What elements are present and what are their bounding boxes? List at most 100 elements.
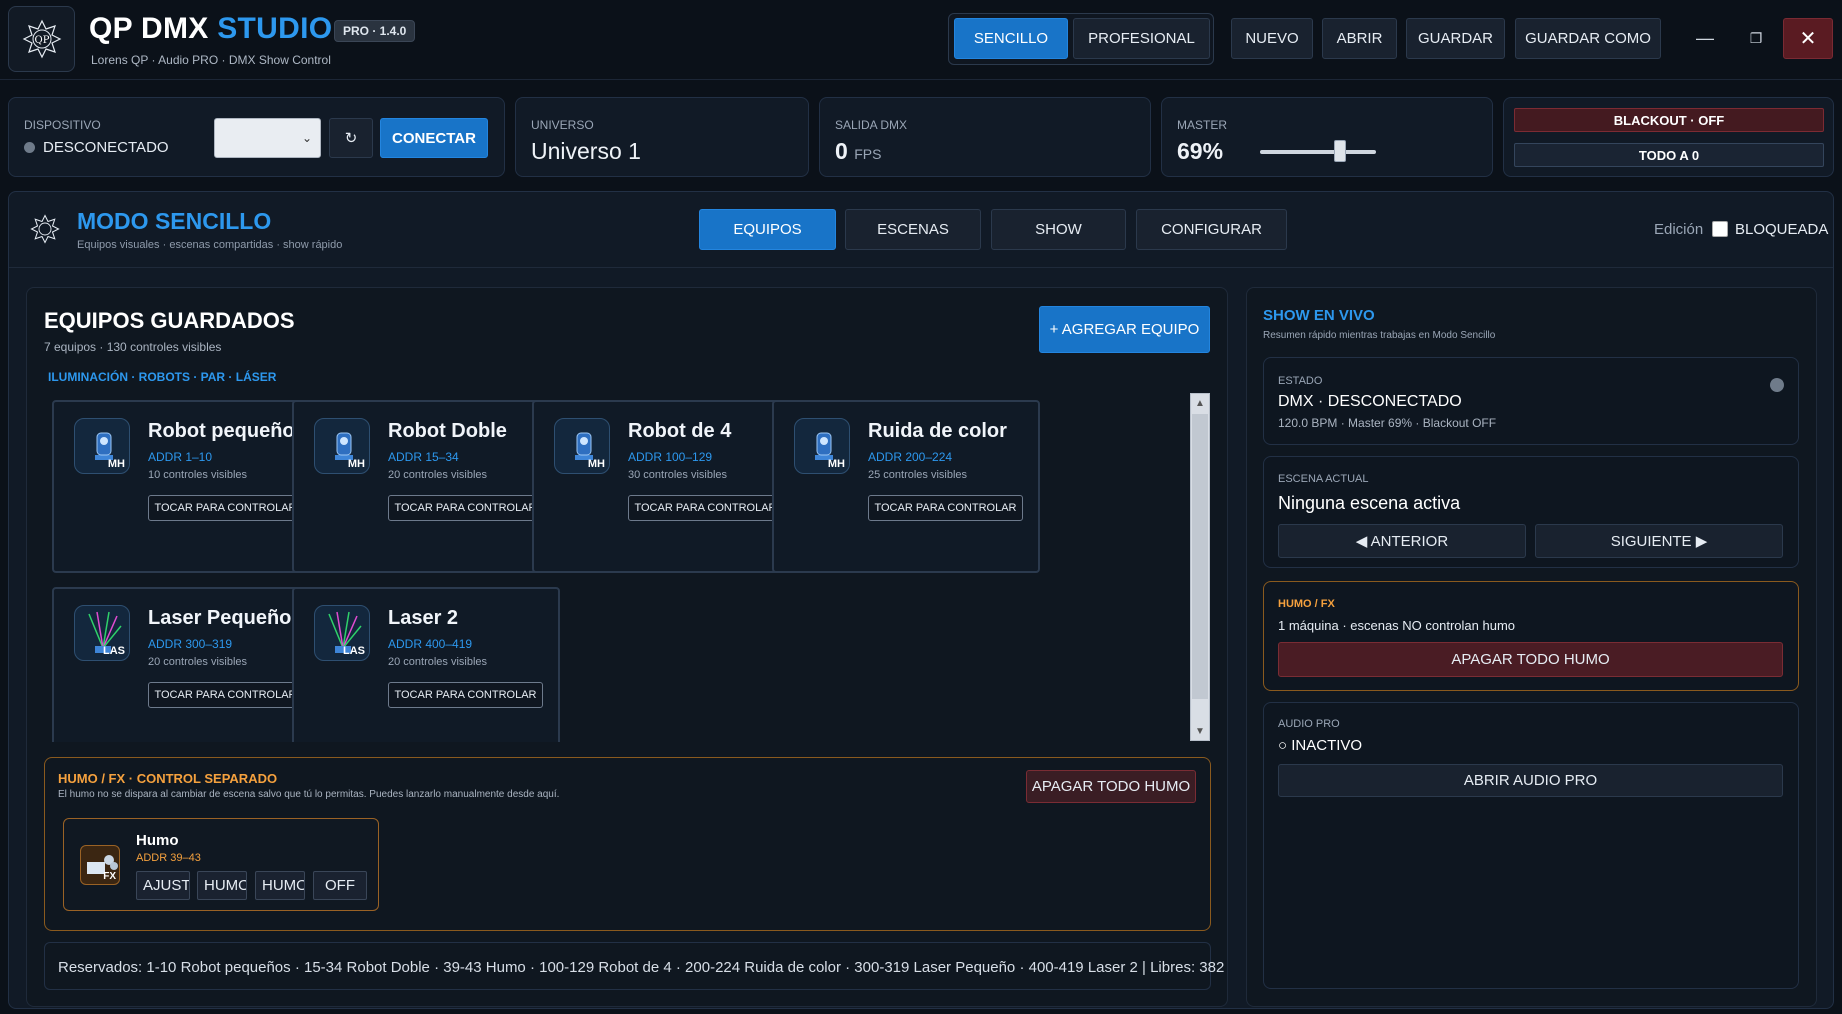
status-dot-icon [1770, 378, 1784, 392]
equipment-card[interactable]: MH Robot de 4 ADDR 100–129 30 controles … [532, 400, 800, 573]
equipment-title: EQUIPOS GUARDADOS [44, 308, 295, 333]
blackout-button[interactable]: BLACKOUT · OFF [1514, 108, 1824, 132]
equipment-addr: ADDR 100–129 [628, 450, 713, 464]
fx-adjust-button[interactable]: AJUST [136, 871, 190, 900]
master-label: MASTER [1177, 118, 1228, 132]
logo-emblem-icon: QP [22, 19, 61, 59]
equipment-addr: ADDR 1–10 [148, 450, 213, 464]
equipment-addr: ADDR 200–224 [868, 450, 953, 464]
add-equipment-button[interactable]: + AGREGAR EQUIPO [1039, 306, 1210, 353]
show-title: SHOW EN VIVO [1263, 307, 1375, 324]
fx-off-small-button[interactable]: OFF [313, 871, 367, 900]
scroll-up-icon[interactable]: ▲ [1190, 393, 1210, 413]
smoke-description: 1 máquina · escenas NO controlan humo [1278, 618, 1516, 633]
equipment-controls: 30 controles visibles [628, 469, 728, 481]
laser-icon: LAS [314, 605, 370, 661]
status-dot-icon [24, 142, 35, 153]
moving-head-icon: MH [314, 418, 370, 474]
control-button[interactable]: TOCAR PARA CONTROLAR [148, 495, 303, 521]
equipment-name: Laser Pequeño [148, 607, 292, 629]
equipment-card[interactable]: LAS Laser 2 ADDR 400–419 20 controles vi… [292, 587, 560, 742]
equipment-card[interactable]: MH Robot Doble ADDR 15–34 20 controles v… [292, 400, 560, 573]
fx-title: HUMO / FX · CONTROL SEPARADO [58, 771, 278, 786]
dmx-output-panel: SALIDA DMX 0 FPS [819, 97, 1151, 177]
app-subtitle: Lorens QP · Audio PRO · DMX Show Control [91, 53, 331, 67]
next-scene-button[interactable]: SIGUIENTE ▶ [1535, 524, 1783, 558]
equipment-controls: 25 controles visibles [868, 469, 968, 481]
master-slider[interactable] [1260, 150, 1376, 154]
dmx-fps-value: 0 FPS [835, 138, 882, 164]
mode-title: MODO SENCILLO [77, 208, 272, 234]
open-button[interactable]: ABRIR [1322, 18, 1397, 59]
app-logo: QP [8, 6, 75, 72]
equipment-card[interactable]: LAS Laser Pequeño ADDR 300–319 20 contro… [52, 587, 320, 742]
all-zero-button[interactable]: TODO A 0 [1514, 143, 1824, 167]
equipment-name: Ruida de color [868, 420, 1007, 442]
state-label: ESTADO [1278, 375, 1323, 387]
edit-label: Edición [1654, 221, 1704, 238]
smoke-label: HUMO / FX [1278, 598, 1335, 610]
moving-head-icon: MH [794, 418, 850, 474]
chevron-down-icon: ⌄ [301, 131, 312, 145]
maximize-icon[interactable]: ❐ [1735, 18, 1777, 59]
fx-off-button[interactable]: APAGAR TODO HUMO [1026, 770, 1196, 803]
fx-device-addr: ADDR 39–43 [136, 852, 201, 864]
mode-simple-button[interactable]: SENCILLO [954, 18, 1068, 59]
scene-value: Ninguna escena activa [1278, 493, 1461, 513]
universe-label: UNIVERSO [531, 118, 594, 132]
connect-button[interactable]: CONECTAR [380, 118, 488, 158]
tab-configurar[interactable]: CONFIGURAR [1136, 209, 1287, 250]
device-select[interactable]: ⌄ [214, 118, 321, 158]
dmx-fps-unit: FPS [854, 146, 882, 162]
open-audio-button[interactable]: ABRIR AUDIO PRO [1278, 764, 1783, 797]
fx-smoke-button[interactable]: HUMO [255, 871, 305, 900]
scroll-down-icon[interactable]: ▼ [1190, 721, 1210, 741]
equipment-count: 7 equipos · 130 controles visibles [44, 340, 222, 354]
master-slider-thumb[interactable] [1334, 140, 1347, 162]
fx-smoke-button[interactable]: HUMO [197, 871, 247, 900]
equipment-controls: 10 controles visibles [148, 469, 248, 481]
equipment-name: Robot Doble [388, 420, 507, 442]
audio-state: ○ INACTIVO [1278, 737, 1363, 754]
smoke-off-button[interactable]: APAGAR TODO HUMO [1278, 642, 1783, 677]
equipment-name: Robot pequeños [148, 420, 306, 442]
refresh-icon[interactable]: ↻ [329, 118, 373, 158]
equipment-addr: ADDR 300–319 [148, 637, 233, 651]
equipment-controls: 20 controles visibles [148, 656, 248, 668]
tab-equipos[interactable]: EQUIPOS [699, 209, 836, 250]
control-button[interactable]: TOCAR PARA CONTROLAR [868, 495, 1023, 521]
state-meta: 120.0 BPM · Master 69% · Blackout OFF [1278, 416, 1497, 430]
master-value: 69% [1177, 138, 1224, 164]
mode-pro-button[interactable]: PROFESIONAL [1073, 18, 1210, 59]
tab-escenas[interactable]: ESCENAS [845, 209, 981, 250]
dmx-label: SALIDA DMX [835, 118, 908, 132]
divider [9, 267, 1833, 268]
minimize-icon[interactable]: — [1684, 18, 1726, 59]
save-as-button[interactable]: GUARDAR COMO [1515, 18, 1661, 59]
equipment-card[interactable]: MH Ruida de color ADDR 200–224 25 contro… [772, 400, 1040, 573]
lock-label[interactable]: BLOQUEADA [1735, 221, 1828, 238]
control-button[interactable]: TOCAR PARA CONTROLAR [388, 682, 543, 708]
control-button[interactable]: TOCAR PARA CONTROLAR [388, 495, 543, 521]
tab-show[interactable]: SHOW [991, 209, 1126, 250]
close-icon[interactable]: ✕ [1783, 18, 1833, 59]
laser-icon: LAS [74, 605, 130, 661]
equipment-controls: 20 controles visibles [388, 656, 488, 668]
equipment-addr: ADDR 15–34 [388, 450, 459, 464]
mode-subtitle: Equipos visuales · escenas compartidas ·… [77, 239, 343, 251]
scrollbar-thumb[interactable] [1192, 414, 1208, 699]
moving-head-icon: MH [74, 418, 130, 474]
save-button[interactable]: GUARDAR [1406, 18, 1505, 59]
equipment-card[interactable]: MH Robot pequeños ADDR 1–10 10 controles… [52, 400, 320, 573]
control-button[interactable]: TOCAR PARA CONTROLAR [148, 682, 303, 708]
equipment-addr: ADDR 400–419 [388, 637, 473, 651]
equipment-filter[interactable]: ILUMINACIÓN · ROBOTS · PAR · LÁSER [48, 370, 276, 384]
show-subtitle: Resumen rápido mientras trabajas en Modo… [1263, 330, 1496, 341]
control-button[interactable]: TOCAR PARA CONTROLAR [628, 495, 783, 521]
universe-panel: UNIVERSO Universo 1 [515, 97, 809, 177]
lock-checkbox[interactable] [1712, 221, 1728, 237]
previous-scene-button[interactable]: ◀ ANTERIOR [1278, 524, 1526, 558]
master-panel: MASTER 69% [1161, 97, 1493, 177]
new-button[interactable]: NUEVO [1231, 18, 1313, 59]
mode-logo-icon [30, 214, 60, 244]
